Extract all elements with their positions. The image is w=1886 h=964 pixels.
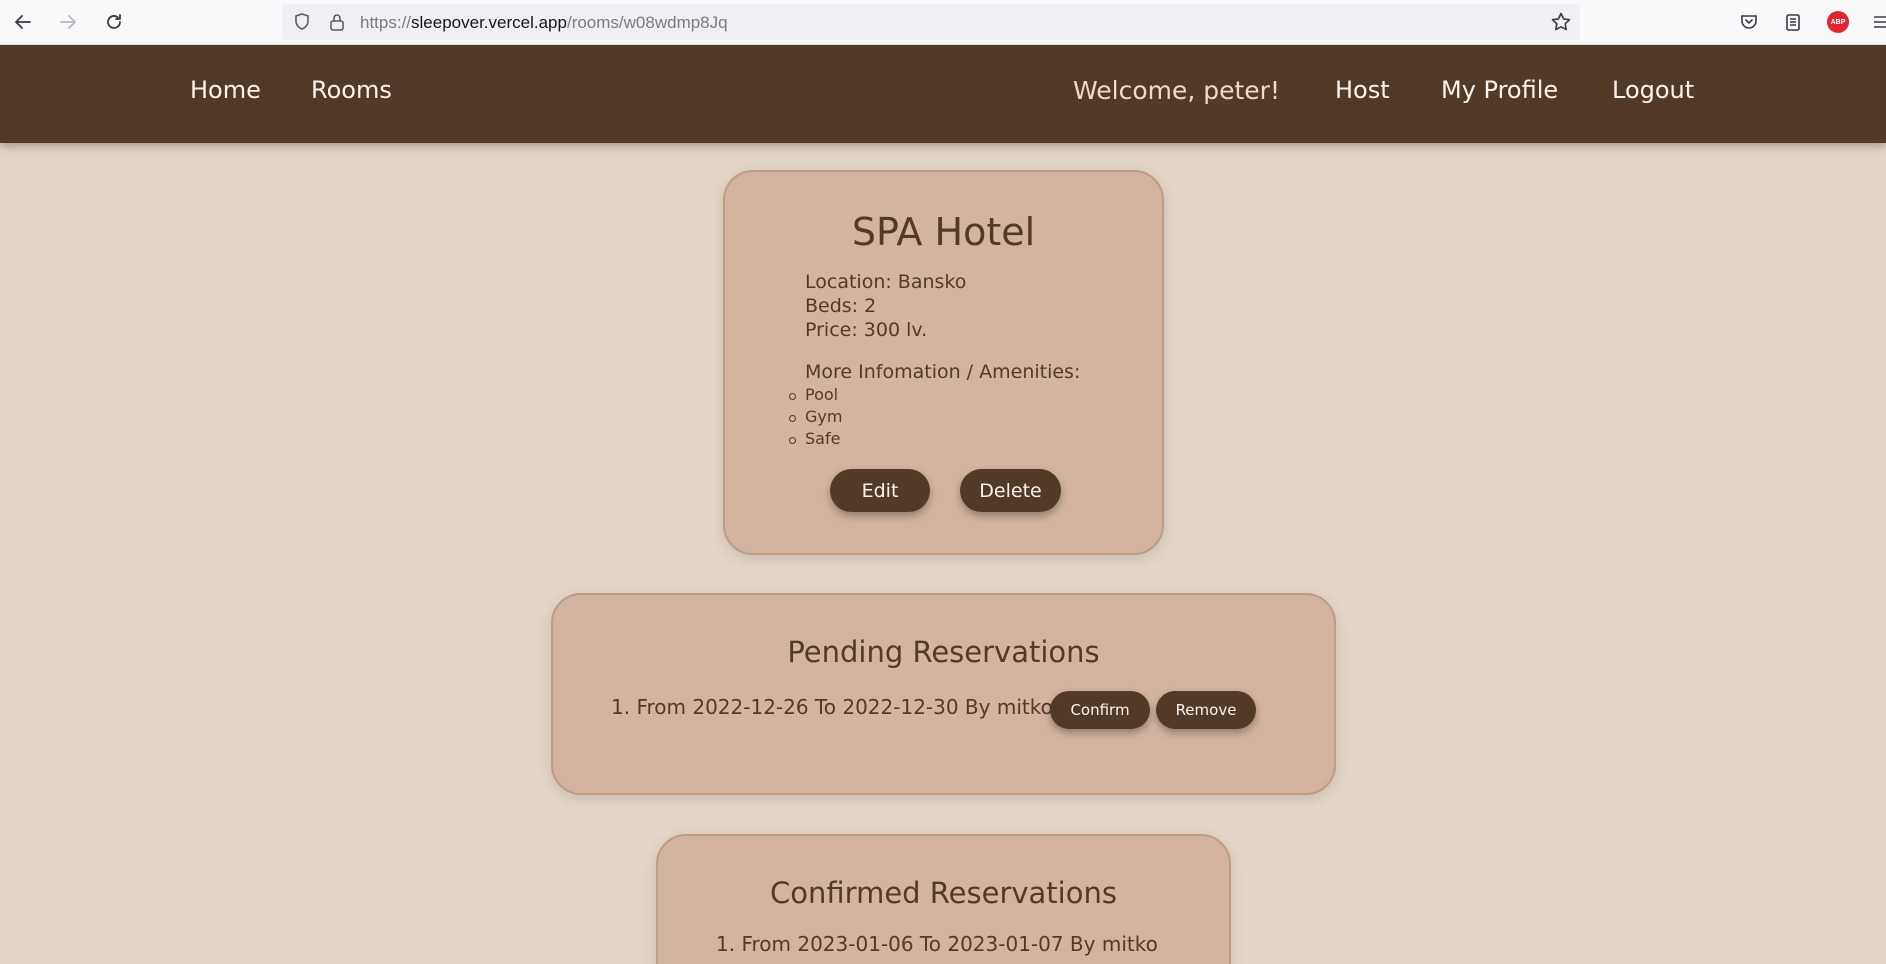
room-location: Location: Bansko — [805, 271, 967, 293]
room-details-card: SPA Hotel Location: Bansko Beds: 2 Price… — [723, 170, 1164, 555]
nav-logout-link[interactable]: Logout — [1612, 76, 1694, 104]
adblock-icon[interactable]: ABP — [1825, 8, 1851, 36]
shield-icon[interactable] — [292, 12, 312, 36]
bookmark-star-icon[interactable] — [1550, 11, 1572, 37]
confirmed-reservation-text: 1. From 2023-01-06 To 2023-01-07 By mitk… — [716, 932, 1158, 956]
amenity-item: Pool — [805, 385, 839, 404]
reload-icon[interactable] — [99, 7, 129, 37]
welcome-message: Welcome, peter! — [1073, 76, 1280, 105]
nav-rooms-link[interactable]: Rooms — [311, 76, 392, 104]
site-header: Home Rooms Welcome, peter! Host My Profi… — [0, 45, 1886, 143]
confirm-button[interactable]: Confirm — [1050, 691, 1150, 729]
menu-icon[interactable] — [1868, 8, 1886, 36]
room-beds: Beds: 2 — [805, 295, 877, 317]
back-arrow-icon[interactable] — [8, 7, 38, 37]
list-bullet — [789, 393, 796, 400]
reader-icon[interactable] — [1780, 8, 1806, 36]
nav-home-link[interactable]: Home — [190, 76, 261, 104]
url-text: https://sleepover.vercel.app/rooms/w08wd… — [360, 13, 728, 32]
list-bullet — [789, 437, 796, 444]
confirmed-reservations-card: Confirmed Reservations 1. From 2023-01-0… — [656, 834, 1231, 964]
pending-reservations-card: Pending Reservations 1. From 2022-12-26 … — [551, 593, 1336, 795]
nav-my-profile-link[interactable]: My Profile — [1441, 76, 1558, 104]
pending-reservations-title: Pending Reservations — [787, 635, 1100, 669]
confirmed-reservations-title: Confirmed Reservations — [770, 876, 1117, 910]
room-title: SPA Hotel — [851, 210, 1036, 254]
remove-button[interactable]: Remove — [1156, 691, 1256, 729]
lock-icon[interactable] — [328, 12, 346, 36]
pending-reservation-text: 1. From 2022-12-26 To 2022-12-30 By mitk… — [611, 695, 1053, 719]
room-price: Price: 300 lv. — [805, 319, 928, 341]
amenity-item: Safe — [805, 429, 841, 448]
nav-host-link[interactable]: Host — [1335, 76, 1390, 104]
amenities-heading: More Infomation / Amenities: — [805, 361, 1081, 383]
address-bar[interactable]: https://sleepover.vercel.app/rooms/w08wd… — [282, 4, 1580, 40]
amenity-item: Gym — [805, 407, 843, 426]
list-bullet — [789, 415, 796, 422]
forward-arrow-icon[interactable] — [53, 7, 83, 37]
browser-toolbar: https://sleepover.vercel.app/rooms/w08wd… — [0, 0, 1886, 45]
pocket-icon[interactable] — [1736, 8, 1762, 36]
delete-button[interactable]: Delete — [960, 469, 1061, 512]
edit-button[interactable]: Edit — [830, 469, 930, 512]
